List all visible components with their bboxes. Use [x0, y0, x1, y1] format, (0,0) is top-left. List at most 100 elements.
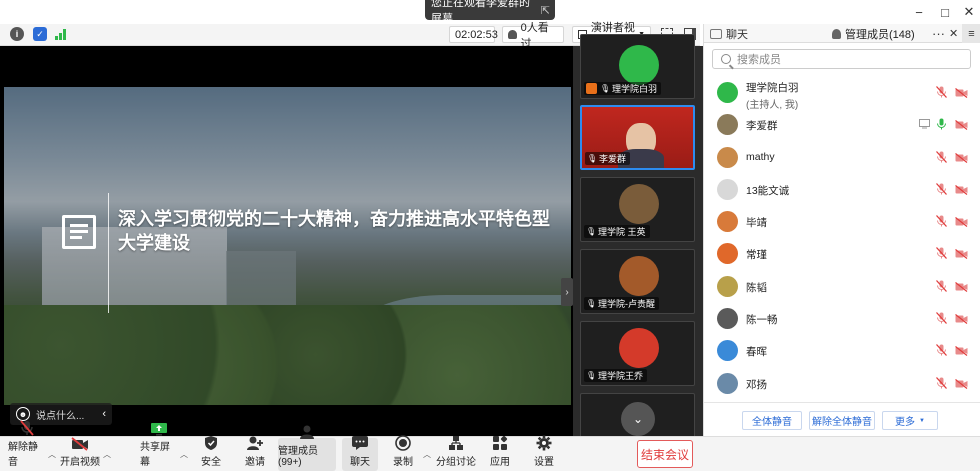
avatar [717, 114, 738, 136]
member-row[interactable]: 常瑾 [704, 237, 980, 269]
mic-muted-icon: 🎙 [586, 227, 597, 236]
tab-chat[interactable]: 聊天 [710, 24, 748, 43]
camera-off-icon[interactable] [955, 248, 968, 260]
video-tile-active-speaker[interactable]: 🎙 李爱群 [580, 105, 695, 170]
mic-muted-icon[interactable] [936, 344, 947, 357]
breakout-rooms-button[interactable]: 分组讨论 [436, 436, 476, 471]
info-icon[interactable]: i [10, 27, 24, 41]
camera-off-icon[interactable] [955, 152, 968, 163]
end-meeting-button[interactable]: 结束会议 [637, 440, 693, 468]
scroll-down-icon[interactable]: ⌄ [621, 402, 655, 436]
mic-muted-icon[interactable] [936, 182, 947, 195]
member-row[interactable]: 邓扬 [704, 367, 980, 399]
chevron-up-icon[interactable]: ︿ [103, 449, 111, 460]
camera-off-icon[interactable] [955, 281, 968, 292]
camera-off-icon[interactable] [955, 345, 968, 357]
video-tile[interactable]: 🎙 理学院 王英 [580, 177, 695, 242]
tile-name-label: 🎙 理学院-卢贵醒 [584, 297, 659, 310]
record-icon [393, 435, 413, 451]
avatar [717, 82, 738, 103]
video-gallery: 🎙 理学院白羽 🎙 李爱群 🎙 理学院 王英 🎙 理学院-卢贵醒 🎙 理学院王乔… [573, 34, 703, 458]
shield-icon[interactable]: ✓ [33, 27, 47, 41]
minimize-button[interactable]: − [906, 0, 932, 24]
signal-icon[interactable] [55, 29, 67, 40]
chat-button[interactable]: 聊天 [342, 436, 378, 471]
gallery-collapse-handle[interactable]: › [561, 278, 573, 306]
exit-fullscreen-icon[interactable]: ⇱ [541, 4, 550, 17]
panel-tabs: 聊天 管理成员(148) ··· ✕ ≡ [704, 24, 980, 43]
camera-off-icon[interactable] [955, 87, 968, 98]
viewer-count[interactable]: 0人看过 [502, 22, 564, 50]
mic-muted-icon[interactable] [936, 150, 947, 163]
mic-muted-icon[interactable] [936, 215, 947, 228]
more-button[interactable]: 更多 ▼ [882, 411, 938, 430]
tab-members[interactable]: 管理成员(148) [832, 24, 915, 43]
member-row[interactable]: 陈韬 [704, 270, 980, 302]
more-options-icon[interactable]: ··· [932, 24, 945, 43]
avatar [717, 243, 738, 265]
share-screen-button[interactable]: 共享屏幕 [140, 423, 178, 471]
mic-muted-icon[interactable] [936, 279, 947, 292]
camera-off-icon[interactable] [955, 184, 968, 195]
video-tile[interactable]: 🎙 理学院-卢贵醒 [580, 249, 695, 314]
invite-label: 邀请 [245, 457, 265, 468]
maximize-button[interactable]: □ [932, 0, 958, 24]
manage-members-button[interactable]: 管理成员(99+) [278, 425, 336, 471]
video-tile[interactable]: 🎙 理学院王乔 [580, 321, 695, 386]
invite-button[interactable]: 邀请 [240, 435, 270, 471]
add-user-icon [245, 435, 265, 451]
start-video-button[interactable]: 开启视频 [60, 437, 100, 471]
tile-name: 理学院白羽 [612, 84, 658, 94]
settings-button[interactable]: 设置 [530, 435, 558, 471]
mic-muted-icon[interactable] [936, 376, 947, 389]
member-row[interactable]: 毕靖 [704, 205, 980, 237]
member-row[interactable]: 陈一畅 [704, 302, 980, 334]
close-button[interactable]: ✕ [956, 0, 980, 24]
member-name: 13能文诚 [746, 184, 790, 197]
video-tile[interactable]: 🎙 理学院白羽 [580, 34, 695, 99]
avatar [717, 178, 738, 200]
tile-name: 理学院王乔 [598, 371, 644, 381]
chevron-left-icon[interactable]: ‹ [102, 408, 106, 420]
timer-text: 02:02:53 [455, 28, 498, 41]
apps-button[interactable]: 应用 [486, 435, 514, 471]
close-panel-icon[interactable]: ✕ [949, 24, 958, 43]
member-row[interactable]: 13能文诚 [704, 173, 980, 205]
presentation-slide: 深入学习贯彻党的二十大精神，奋力推进高水平特色型大学建设 [4, 87, 571, 405]
mic-icon[interactable] [936, 118, 947, 130]
tile-name-label: 🎙 李爱群 [585, 152, 631, 165]
unmute-all-button[interactable]: 解除全体静音 [809, 411, 875, 430]
avatar [717, 275, 738, 297]
unmute-button[interactable]: 解除静音 [8, 420, 46, 471]
camera-off-icon[interactable] [955, 313, 968, 325]
mute-all-button[interactable]: 全体静音 [742, 411, 802, 430]
share-banner[interactable]: 您正在观看李爱群的屏幕 ⇱ [425, 0, 555, 25]
mic-muted-icon[interactable] [936, 86, 947, 98]
slide-title: 深入学习贯彻党的二十大精神，奋力推进高水平特色型大学建设 [118, 209, 550, 253]
camera-off-icon[interactable] [955, 378, 968, 389]
person-icon [508, 30, 517, 39]
title-bar: 您正在观看李爱群的屏幕 ⇱ − □ ✕ [0, 0, 980, 25]
camera-off-icon[interactable] [955, 216, 968, 228]
mic-muted-icon[interactable] [936, 247, 947, 260]
member-row[interactable]: mathy [704, 141, 980, 173]
member-list: 理学院白羽(主持人, 我)李爱群mathy13能文诚毕靖常瑾陈韬陈一畅春晖邓扬窦… [704, 76, 980, 431]
search-members-input[interactable]: 搜索成员 [712, 49, 971, 69]
avatar [717, 372, 738, 394]
member-row[interactable]: 理学院白羽 (主持人, 我) [704, 76, 980, 111]
chevron-up-icon[interactable]: ︿ [48, 449, 56, 460]
meeting-window: 您正在观看李爱群的屏幕 ⇱ − □ ✕ i ✓ 02:02:53 0人看过 演讲… [0, 0, 980, 471]
menu-icon[interactable]: ≡ [962, 24, 980, 43]
record-button[interactable]: 录制 [388, 435, 418, 471]
unmute-label: 解除静音 [8, 442, 38, 468]
member-row[interactable]: 春晖 [704, 334, 980, 366]
tile-name-label: 🎙 理学院白羽 [584, 82, 662, 95]
security-button[interactable]: 安全 [196, 436, 226, 471]
chevron-up-icon[interactable]: ︿ [180, 449, 188, 460]
chevron-up-icon[interactable]: ︿ [423, 449, 431, 460]
record-label: 录制 [393, 457, 413, 468]
emoji-icon[interactable]: ☻ [16, 407, 30, 421]
mic-muted-icon[interactable] [936, 312, 947, 325]
member-row[interactable]: 李爱群 [704, 108, 980, 140]
camera-off-icon[interactable] [955, 119, 968, 131]
